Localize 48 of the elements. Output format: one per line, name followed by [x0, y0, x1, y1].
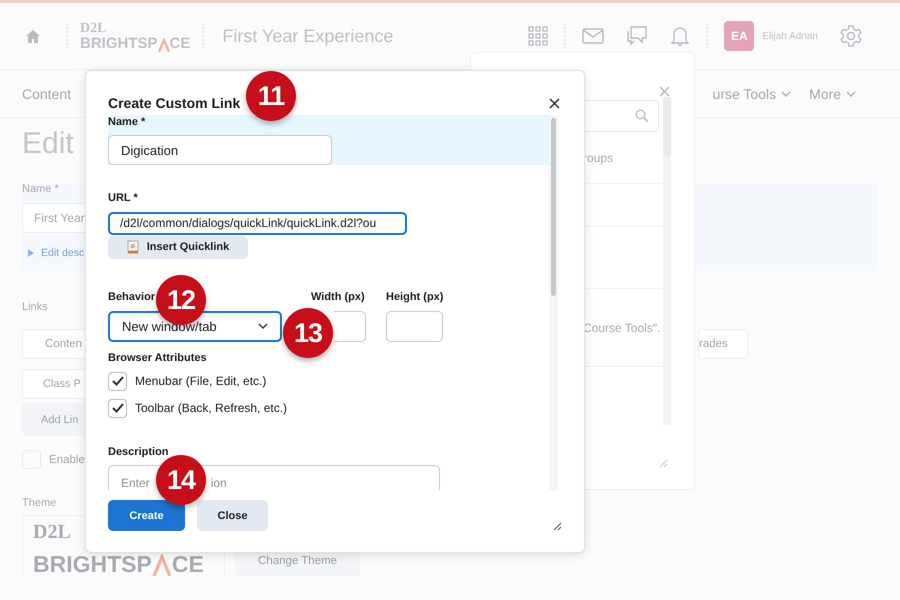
checkbox-label: Menubar (File, Edit, etc.)	[135, 374, 266, 388]
link-document-icon	[126, 240, 139, 254]
edit-description-link[interactable]: Edit desc	[41, 247, 84, 259]
grid-icon[interactable]	[528, 26, 548, 46]
user-avatar[interactable]: EA	[724, 21, 754, 51]
name-label: Name *	[22, 183, 59, 195]
close-icon[interactable]	[549, 98, 560, 108]
scrollbar[interactable]	[663, 97, 671, 425]
enable-label: Enable	[49, 454, 85, 466]
browser-attributes-label: Browser Attributes	[108, 350, 207, 365]
link-button[interactable]: rades	[698, 329, 748, 359]
name-label: Name *	[108, 115, 146, 129]
checkbox[interactable]	[108, 372, 127, 391]
links-label: Links	[22, 301, 48, 313]
nav-item[interactable]: urse Tools	[712, 86, 792, 102]
home-icon[interactable]	[26, 30, 40, 42]
mail-icon[interactable]	[582, 28, 604, 44]
name-field[interactable]: Digication	[108, 135, 332, 165]
checkmark-icon	[112, 376, 124, 386]
nav-item[interactable]: Content	[22, 86, 72, 102]
scrollbar[interactable]	[549, 115, 558, 490]
checkbox-label: Toolbar (Back, Refresh, etc.)	[135, 401, 288, 416]
course-title[interactable]: First Year Experience	[222, 26, 394, 46]
url-field[interactable]: /d2l/common/dialogs/quickLink/quickLink.d2l?ou	[108, 212, 407, 235]
width-field[interactable]	[334, 310, 366, 342]
chat-icon[interactable]	[626, 26, 648, 46]
width-label: Width (px)	[311, 290, 365, 304]
brightspace-logo[interactable]: D2L BRIGHTSP CE	[80, 20, 190, 52]
page-title: Edit	[22, 126, 74, 162]
resize-grip-icon[interactable]	[553, 522, 562, 531]
url-label: URL *	[108, 191, 138, 205]
user-name[interactable]: Elijah Adnan	[762, 30, 818, 42]
height-field[interactable]	[386, 310, 443, 342]
close-button[interactable]: Close	[197, 500, 268, 531]
dialog-title: Create Custom Link	[108, 95, 240, 111]
insert-quicklink-button[interactable]: Insert Quicklink	[108, 236, 248, 259]
height-label: Height (px)	[386, 290, 444, 304]
bell-icon[interactable]	[670, 25, 690, 47]
checkbox[interactable]	[108, 398, 127, 418]
search-icon[interactable]	[635, 109, 649, 123]
nav-item[interactable]: More	[809, 86, 856, 102]
settings-icon[interactable]	[840, 25, 862, 47]
checkmark-icon	[112, 403, 124, 414]
theme-label: Theme	[22, 497, 56, 509]
chevron-down-icon	[258, 323, 268, 330]
create-button[interactable]: Create	[108, 500, 185, 531]
triangle-right-icon[interactable]	[28, 249, 34, 257]
behavior-label: Behavior	[108, 290, 156, 304]
